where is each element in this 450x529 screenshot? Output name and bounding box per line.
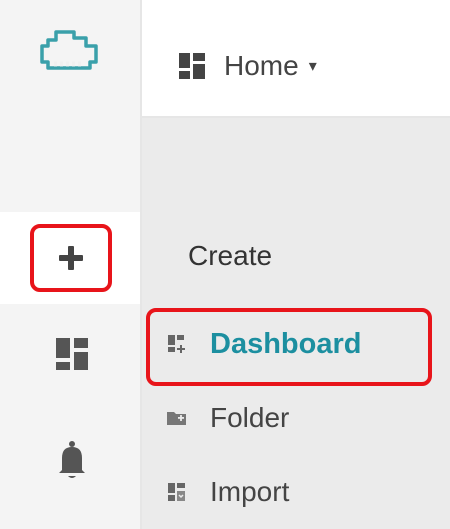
chevron-down-icon: ▾ [308, 58, 317, 75]
new-folder-icon [167, 412, 186, 425]
menu-item-label: Folder [210, 402, 290, 433]
create-submenu: Create Dashboard Folder Import [142, 212, 450, 529]
sidebar-dashboards-button[interactable] [50, 332, 94, 376]
sidebar-create-button[interactable] [30, 224, 112, 292]
subheader-area [142, 118, 450, 212]
sidebar-alerts-button[interactable] [50, 438, 94, 482]
dashboard-grid-icon [179, 53, 205, 79]
cloud-logo-icon[interactable] [34, 24, 104, 80]
menu-item-label: Dashboard [210, 327, 362, 360]
plus-icon [59, 246, 83, 270]
menu-item-dashboard[interactable]: Dashboard [142, 314, 442, 374]
home-label: Home [224, 50, 299, 81]
dashboard-grid-icon [56, 338, 88, 370]
bell-icon [59, 441, 85, 478]
home-dashboard-picker[interactable]: Home ▾ [178, 44, 317, 88]
menu-item-import[interactable]: Import [142, 462, 442, 522]
import-icon [168, 483, 185, 501]
menu-item-label: Import [210, 476, 290, 507]
menu-item-folder[interactable]: Folder [142, 388, 442, 448]
top-navbar: Home ▾ [142, 0, 450, 118]
create-menu-header[interactable]: Create [188, 240, 272, 272]
new-dashboard-icon [168, 335, 185, 353]
